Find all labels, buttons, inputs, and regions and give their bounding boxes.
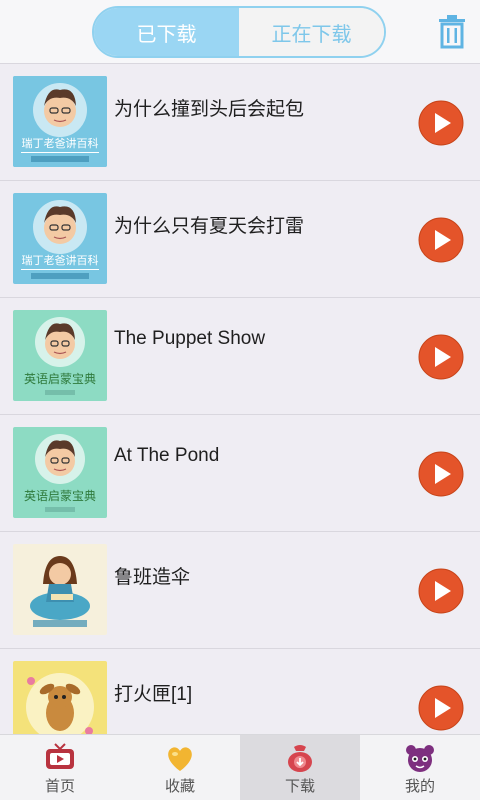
play-button[interactable] [418, 568, 464, 614]
nav-mine[interactable]: 我的 [360, 735, 480, 800]
thumbnail-ruiding-baike: 瑞丁老爸讲百科 [13, 193, 107, 284]
list-item[interactable]: 英语启蒙宝典 At The Pond [0, 415, 480, 532]
item-title: 鲁班造伞 [114, 567, 191, 588]
nav-label: 下载 [284, 777, 315, 795]
play-icon [418, 568, 464, 614]
tv-icon [46, 743, 74, 769]
thumbnail-deer [13, 661, 107, 734]
nav-download[interactable]: 下载 [240, 735, 360, 800]
play-button[interactable] [418, 100, 464, 146]
play-icon [418, 100, 464, 146]
thumbnail-ruiding-baike: 瑞丁老爸讲百科 [13, 76, 107, 167]
item-title: At The Pond [114, 445, 220, 466]
thumb-text: 瑞丁老爸讲百科 [22, 253, 99, 267]
play-button[interactable] [418, 334, 464, 380]
thumbnail-story-girl [13, 544, 107, 635]
bottom-navigation: 首页 收藏 下载 我的 [0, 734, 480, 800]
heart-icon [168, 747, 192, 771]
list-item[interactable]: 瑞丁老爸讲百科 为什么撞到头后会起包 [0, 64, 480, 181]
play-button[interactable] [418, 217, 464, 263]
download-list: 瑞丁老爸讲百科 为什么撞到头后会起包 瑞丁老爸讲百科 为什么只有夏天会打雷 英语… [0, 64, 480, 734]
item-title: The Puppet Show [114, 328, 266, 349]
list-item[interactable]: 打火匣[1] [0, 649, 480, 734]
thumbnail-english: 英语启蒙宝典 [13, 310, 107, 401]
tab-downloading[interactable]: 正在下载 [239, 8, 384, 56]
nav-label: 首页 [44, 777, 75, 795]
thumbnail-english: 英语启蒙宝典 [13, 427, 107, 518]
item-title: 为什么只有夏天会打雷 [114, 216, 305, 237]
item-title: 打火匣[1] [114, 684, 193, 705]
thumb-text: 瑞丁老爸讲百科 [22, 136, 99, 150]
list-item[interactable]: 鲁班造伞 [0, 532, 480, 649]
thumb-text: 英语启蒙宝典 [24, 372, 96, 386]
top-bar: 已下载 正在下载 [0, 0, 480, 64]
play-button[interactable] [418, 685, 464, 731]
list-item[interactable]: 瑞丁老爸讲百科 为什么只有夏天会打雷 [0, 181, 480, 298]
download-bag-icon [288, 745, 312, 772]
bear-face-icon [406, 745, 434, 772]
nav-home[interactable]: 首页 [0, 735, 120, 800]
play-icon [418, 217, 464, 263]
list-item[interactable]: 英语启蒙宝典 The Puppet Show [0, 298, 480, 415]
thumb-text: 英语启蒙宝典 [24, 489, 96, 503]
tab-downloaded[interactable]: 已下载 [94, 8, 239, 56]
nav-favorites[interactable]: 收藏 [120, 735, 240, 800]
trash-icon[interactable] [436, 14, 468, 50]
nav-label: 我的 [404, 777, 435, 795]
nav-label: 收藏 [164, 777, 195, 795]
play-button[interactable] [418, 451, 464, 497]
item-title: 为什么撞到头后会起包 [114, 99, 305, 120]
download-segment-control: 已下载 正在下载 [92, 6, 386, 58]
play-icon [418, 451, 464, 497]
play-icon [418, 334, 464, 380]
play-icon [418, 685, 464, 731]
